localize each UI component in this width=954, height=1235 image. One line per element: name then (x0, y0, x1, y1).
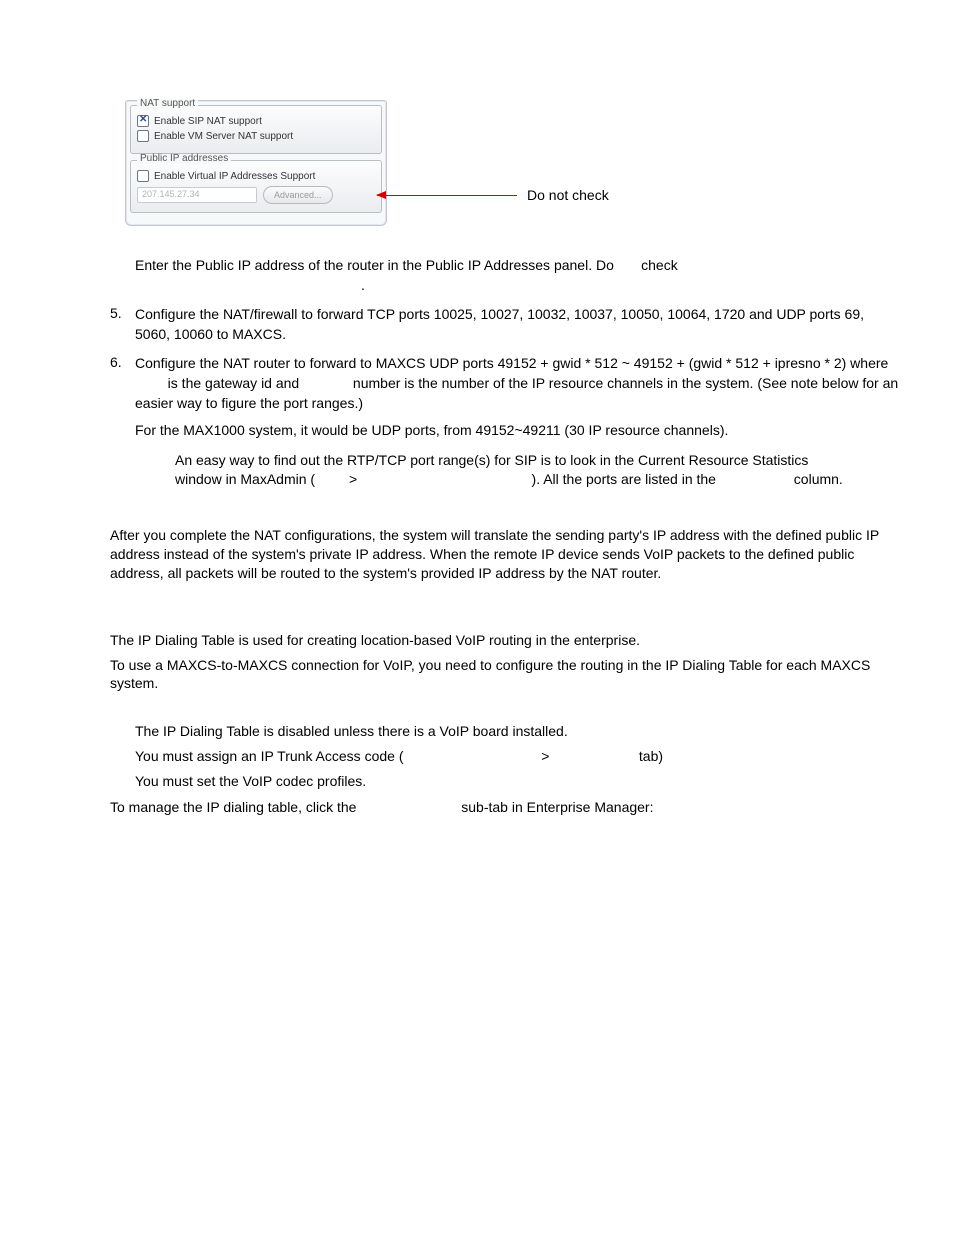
paragraph-ip-dialing-2: To use a MAXCS-to-MAXCS connection for V… (110, 656, 899, 694)
row-enable-sip-nat[interactable]: Enable SIP NAT support (137, 115, 375, 127)
label-enable-sip-nat: Enable SIP NAT support (154, 116, 262, 127)
group-title-public-ip: Public IP addresses (137, 154, 231, 164)
row-enable-vm-nat[interactable]: Enable VM Server NAT support (137, 130, 375, 142)
checkbox-enable-sip-nat[interactable] (137, 115, 149, 127)
paragraph-port-range-tip: An easy way to find out the RTP/TCP port… (175, 451, 855, 490)
step-5: 5. Configure the NAT/firewall to forward… (110, 305, 899, 344)
group-title-nat: NAT support (137, 99, 198, 109)
callout-text: Do not check (527, 187, 609, 203)
arrow-line (377, 195, 517, 196)
paragraph-ip-dialing-1: The IP Dialing Table is used for creatin… (110, 631, 899, 650)
step-6-text: Configure the NAT router to forward to M… (135, 354, 899, 413)
note-2: You must assign an IP Trunk Access code … (135, 746, 899, 767)
label-enable-vm-nat: Enable VM Server NAT support (154, 131, 293, 142)
paragraph-manage-ip-dialing: To manage the IP dialing table, click th… (110, 798, 899, 817)
arrow-head-icon (376, 191, 386, 199)
paragraph-after-nat: After you complete the NAT configuration… (110, 526, 899, 583)
row-enable-virtual-ip[interactable]: Enable Virtual IP Addresses Support (137, 170, 375, 182)
note-3: You must set the VoIP codec profiles. (135, 771, 899, 792)
note-1: The IP Dialing Table is disabled unless … (135, 721, 899, 742)
paragraph-max1000: For the MAX1000 system, it would be UDP … (135, 421, 899, 441)
advanced-button[interactable]: Advanced... (263, 186, 333, 204)
notes-list: The IP Dialing Table is disabled unless … (135, 721, 899, 792)
step-5-number: 5. (110, 305, 135, 344)
label-enable-virtual-ip: Enable Virtual IP Addresses Support (154, 171, 315, 182)
paragraph-enter-public-ip: Enter the Public IP address of the route… (135, 256, 899, 295)
callout-do-not-check: Do not check (377, 187, 637, 203)
checkbox-enable-virtual-ip[interactable] (137, 170, 149, 182)
checkbox-enable-vm-nat[interactable] (137, 130, 149, 142)
group-nat-support: NAT support Enable SIP NAT support Enabl… (130, 105, 382, 154)
settings-panel: NAT support Enable SIP NAT support Enabl… (125, 100, 387, 226)
step-6: 6. Configure the NAT router to forward t… (110, 354, 899, 413)
group-public-ip: Public IP addresses Enable Virtual IP Ad… (130, 160, 382, 213)
step-5-text: Configure the NAT/firewall to forward TC… (135, 305, 899, 344)
nat-support-screenshot: NAT support Enable SIP NAT support Enabl… (125, 100, 899, 226)
public-ip-input[interactable]: 207.145.27.34 (137, 187, 257, 203)
step-6-number: 6. (110, 354, 135, 413)
